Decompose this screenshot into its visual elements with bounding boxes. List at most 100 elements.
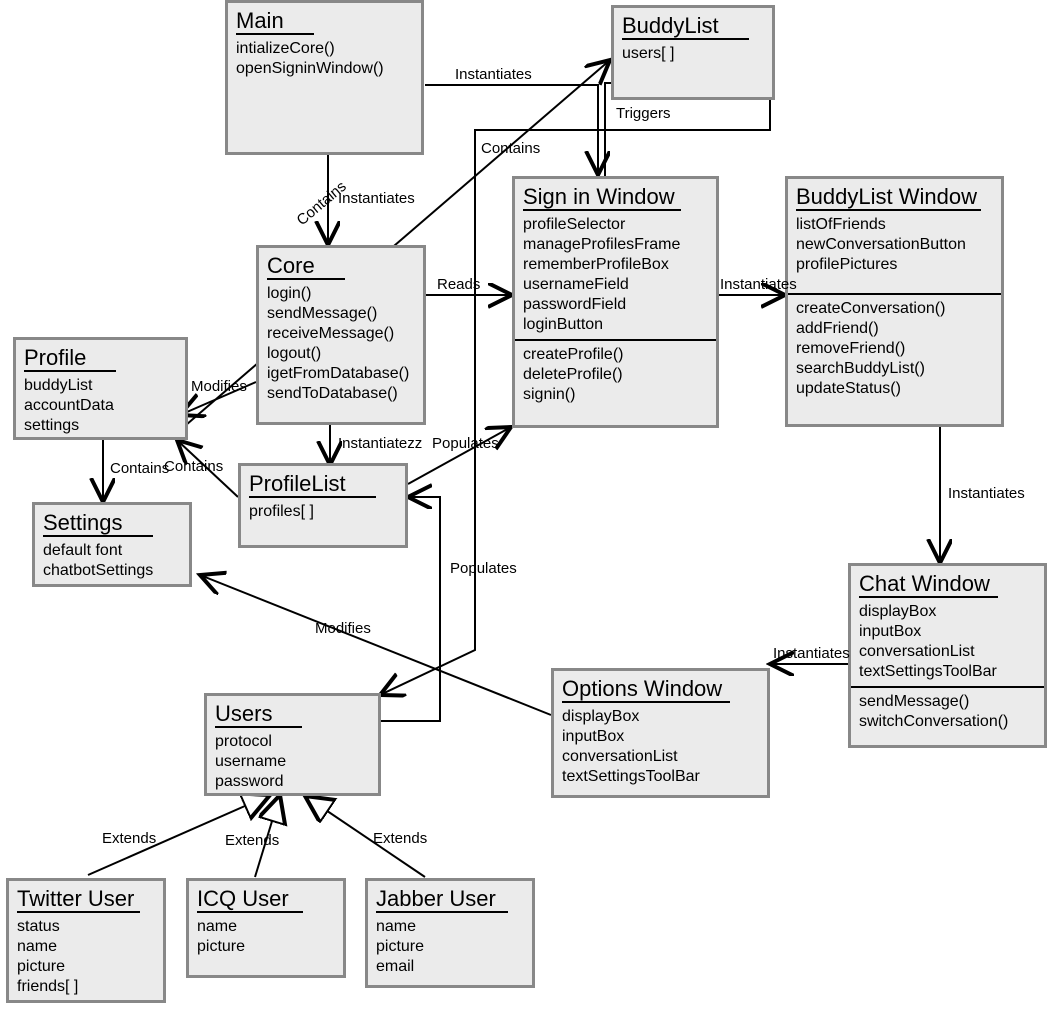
class-attr: loginButton [523, 315, 708, 335]
class-title: Core [267, 254, 345, 280]
class-core: Core login() sendMessage() receiveMessag… [256, 245, 426, 425]
rel-label: Instantiates [773, 645, 850, 662]
class-attr: username [215, 752, 370, 772]
class-title: Profile [24, 346, 116, 372]
rel-label: Extends [102, 830, 156, 847]
class-op: searchBuddyList() [796, 359, 993, 379]
class-twitter-user: Twitter User status name picture friends… [6, 878, 166, 1003]
class-chat-window: Chat Window displayBox inputBox conversa… [848, 563, 1047, 748]
class-attr: displayBox [562, 707, 759, 727]
uml-class-diagram: Main intializeCore() openSigninWindow() … [0, 0, 1055, 1016]
class-op: receiveMessage() [267, 324, 415, 344]
rel-label: Extends [225, 832, 279, 849]
class-title: Chat Window [859, 572, 998, 598]
class-buddylist-window: BuddyList Window listOfFriends newConver… [785, 176, 1004, 427]
class-title: Jabber User [376, 887, 508, 913]
rel-label: Instantiates [338, 190, 415, 207]
class-attr: profiles[ ] [249, 502, 397, 522]
class-attr: picture [17, 957, 155, 977]
class-attr: friends[ ] [17, 977, 155, 997]
class-users: Users protocol username password [204, 693, 381, 796]
class-attr: users[ ] [622, 44, 764, 64]
class-attr: passwordField [523, 295, 708, 315]
rel-label: Modifies [315, 620, 371, 637]
class-attr: inputBox [562, 727, 759, 747]
rel-label: Contains [164, 458, 223, 475]
class-op: sendMessage() [267, 304, 415, 324]
rel-label: Modifies [191, 378, 247, 395]
rel-label: Instantiatezz [338, 435, 422, 452]
class-title: Sign in Window [523, 185, 681, 211]
class-attr: usernameField [523, 275, 708, 295]
class-op: igetFromDatabase() [267, 364, 415, 384]
class-attr: chatbotSettings [43, 561, 181, 581]
class-title: Main [236, 9, 314, 35]
class-attr: name [17, 937, 155, 957]
rel-label: Instantiates [720, 276, 797, 293]
class-op: openSigninWindow() [236, 59, 413, 79]
rel-label: Contains [110, 460, 169, 477]
rel-label: Populates [450, 560, 517, 577]
class-attr: picture [376, 937, 524, 957]
class-title: BuddyList Window [796, 185, 981, 211]
class-title: Twitter User [17, 887, 140, 913]
class-options-window: Options Window displayBox inputBox conve… [551, 668, 770, 798]
class-title: Options Window [562, 677, 730, 703]
class-title: Users [215, 702, 302, 728]
class-op: updateStatus() [796, 379, 993, 399]
class-main: Main intializeCore() openSigninWindow() [225, 0, 424, 155]
class-attr: status [17, 917, 155, 937]
class-attr: buddyList [24, 376, 177, 396]
class-attr: profilePictures [796, 255, 993, 275]
class-op: addFriend() [796, 319, 993, 339]
class-attr: listOfFriends [796, 215, 993, 235]
class-title: ICQ User [197, 887, 303, 913]
class-attr: name [376, 917, 524, 937]
class-op: sendToDatabase() [267, 384, 415, 404]
class-attr: inputBox [859, 622, 1036, 642]
class-op: deleteProfile() [523, 365, 708, 385]
class-jabber-user: Jabber User name picture email [365, 878, 535, 988]
class-op: signin() [523, 385, 708, 405]
class-buddylist: BuddyList users[ ] [611, 5, 775, 100]
rel-label: Extends [373, 830, 427, 847]
rel-label: Triggers [616, 105, 670, 122]
class-attr: textSettingsToolBar [859, 662, 1036, 682]
class-attr: email [376, 957, 524, 977]
class-op: logout() [267, 344, 415, 364]
class-title: Settings [43, 511, 153, 537]
class-attr: textSettingsToolBar [562, 767, 759, 787]
class-attr: accountData [24, 396, 177, 416]
class-op: createProfile() [523, 345, 708, 365]
class-profilelist: ProfileList profiles[ ] [238, 463, 408, 548]
class-attr: profileSelector [523, 215, 708, 235]
class-attr: password [215, 772, 370, 792]
class-attr: protocol [215, 732, 370, 752]
class-attr: name [197, 917, 335, 937]
rel-label: Instantiates [948, 485, 1025, 502]
class-op: switchConversation() [859, 712, 1036, 732]
class-op: intializeCore() [236, 39, 413, 59]
class-op: createConversation() [796, 299, 993, 319]
class-signin-window: Sign in Window profileSelector managePro… [512, 176, 719, 428]
class-attr: settings [24, 416, 177, 436]
class-attr: manageProfilesFrame [523, 235, 708, 255]
class-attr: displayBox [859, 602, 1036, 622]
class-op: sendMessage() [859, 692, 1036, 712]
rel-label: Reads [437, 276, 480, 293]
class-attr: conversationList [562, 747, 759, 767]
class-attr: rememberProfileBox [523, 255, 708, 275]
class-title: BuddyList [622, 14, 749, 40]
class-attr: newConversationButton [796, 235, 993, 255]
rel-label: Instantiates [455, 66, 532, 83]
class-op: removeFriend() [796, 339, 993, 359]
rel-label: Populates [432, 435, 499, 452]
class-title: ProfileList [249, 472, 376, 498]
class-settings: Settings default font chatbotSettings [32, 502, 192, 587]
rel-label: Contains [481, 140, 540, 157]
class-attr: conversationList [859, 642, 1036, 662]
class-profile: Profile buddyList accountData settings [13, 337, 188, 440]
class-attr: default font [43, 541, 181, 561]
class-attr: picture [197, 937, 335, 957]
class-icq-user: ICQ User name picture [186, 878, 346, 978]
